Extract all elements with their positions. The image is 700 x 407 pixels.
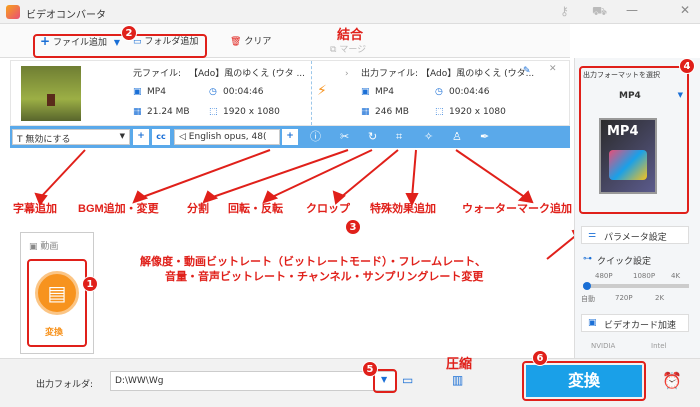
cart-icon[interactable]: ⛟ [592,4,607,20]
source-format: MP4 [147,87,166,97]
chevron-down-icon: ▼ [119,132,125,140]
lightning-icon: ⚡ [317,83,327,99]
title-bar: ビデオコンバータ ⚷ ⛟ — ✕ [0,0,700,24]
quick-2k: 2K [655,294,665,302]
source-file-label: 元ファイル: [133,69,182,79]
output-clock-icon: ◷ [435,87,443,97]
balloon-image [609,150,647,180]
remove-file-icon[interactable]: ✕ [549,64,557,74]
output-format-icon: ▣ [361,87,370,97]
minimize-icon[interactable]: — [626,3,638,17]
key-icon[interactable]: ⚷ [560,4,569,18]
sliders-icon: ⚌ [588,230,597,240]
annotation-split: 分割 [187,203,209,215]
quick-slider-handle[interactable] [583,282,591,290]
converter-tool-panel: ▣ 動画 ▤ 変換 [20,232,94,354]
format-tile[interactable]: MP4 [599,118,657,194]
compress-icon[interactable]: ▥ [452,373,463,387]
badge-1: 1 [82,276,98,292]
file-row: 元ファイル: 【Ado】風のゆくえ (ウタ ... ▣ MP4 ◷ 00:04:… [10,60,570,126]
output-format: MP4 [375,87,394,97]
annotation-compress: 圧縮 [446,356,473,371]
output-resolution: 1920 x 1080 [449,107,506,117]
annotation-params-line1: 解像度・動画ビットレート（ビットレートモード）・フレームレート、 [140,256,486,268]
output-size: 246 MB [375,107,409,117]
merge-icon: ⧉ [330,45,337,55]
output-size-icon: ▦ [361,107,370,117]
annotation-rotate: 回転・反転 [228,203,283,215]
intel-badge: Intel [651,342,667,350]
badge-4: 4 [679,58,695,74]
output-file-name: 【Ado】風のゆくえ (ウタ... [421,69,535,79]
annotation-effects: 特殊効果追加 [370,203,436,215]
gpu-accel-button[interactable]: ▣ ビデオカード加速 [581,314,689,332]
format-icon: ▣ [133,87,142,97]
thumbnail-figure [47,94,55,106]
merge-label: マージ [339,45,367,55]
badge-6: 6 [532,350,548,366]
format-select-value: MP4 [619,91,641,101]
format-select[interactable]: MP4 ▼ [583,88,685,106]
quick-icon: ⊶ [583,254,592,264]
close-icon[interactable]: ✕ [680,3,690,17]
annotation-params-line2: 音量・音声ビットレート・チャンネル・サンプリングレート変更 [165,271,484,283]
param-settings-button[interactable]: ⚌ パラメータ設定 [581,226,689,244]
annotation-merge: 結合 [337,27,364,42]
format-chevron-icon: ▼ [677,91,683,99]
quick-720p: 720P [615,294,633,302]
app-title: ビデオコンバータ [26,10,106,21]
convert-film-icon[interactable]: ▤ [35,271,79,315]
quick-1080p: 1080P [633,272,656,280]
annotation-subtitle: 字幕追加 [13,203,57,215]
clock-icon: ◷ [209,87,217,97]
output-resolution-icon: ⬚ [435,107,444,117]
source-file-name: 【Ado】風のゆくえ (ウタ ... [189,69,306,79]
right-panel: 出力フォーマットを選択 MP4 ▼ MP4 ⚌ パラメータ設定 ⊶ クイック設定… [574,58,700,407]
nvidia-badge: NVIDIA [591,342,616,350]
annotation-box-add [33,34,207,58]
source-size: 21.24 MB [147,107,190,117]
app-logo-icon [6,5,20,19]
output-folder-label: 出力フォルダ: [36,380,94,390]
video-thumbnail[interactable] [21,66,81,121]
film-icon: ▣ [29,242,38,252]
resolution-icon: ⬚ [209,107,218,117]
source-duration: 00:04:46 [223,87,264,97]
badge-5: 5 [362,361,378,377]
video-tab-label: 動画 [40,242,59,252]
bottom-bar: 出力フォルダ: D:\WW\Wg ▼ ▭ ▥ 変換 ⏰ [0,358,700,407]
trash-icon: 🗑 [230,37,242,47]
clear-label: クリア [244,37,272,47]
output-folder-input[interactable]: D:\WW\Wg [110,371,396,391]
quick-settings-label: クイック設定 [597,257,652,267]
output-file-label: 出力ファイル: [361,69,419,79]
annotation-bgm: BGM追加・変更 [78,203,159,215]
clear-button[interactable]: 🗑 クリア [230,34,271,47]
format-tile-label: MP4 [607,124,639,139]
alarm-clock-icon[interactable]: ⏰ [662,371,682,390]
open-folder-icon[interactable]: ▭ [402,373,413,387]
badge-3: 3 [345,219,361,235]
badge-2: 2 [121,25,137,41]
source-resolution: 1920 x 1080 [223,107,280,117]
convert-button[interactable]: 変換 [526,365,642,397]
quick-480p: 480P [595,272,613,280]
folder-dropdown-icon[interactable]: ▼ [381,375,387,384]
gpu-icon: ▣ [588,318,597,328]
format-header: 出力フォーマットを選択 [583,71,660,79]
quick-slider[interactable] [583,282,689,290]
video-tab[interactable]: ▣ 動画 [29,239,58,252]
annotation-watermark: ウォーターマーク追加 [462,203,572,215]
output-duration: 00:04:46 [449,87,490,97]
quick-auto: 自動 [581,295,595,303]
param-settings-label: パラメータ設定 [604,233,667,243]
annotation-crop: クロップ [306,203,350,215]
edit-name-icon[interactable]: ✎ [523,66,531,76]
arrow-right-icon: › [345,69,349,79]
merge-button[interactable]: ⧉ マージ [330,42,366,55]
size-icon: ▦ [133,107,142,117]
quick-4k: 4K [671,272,681,280]
convert-label: 変換 [45,328,64,338]
gpu-accel-label: ビデオカード加速 [604,321,677,331]
